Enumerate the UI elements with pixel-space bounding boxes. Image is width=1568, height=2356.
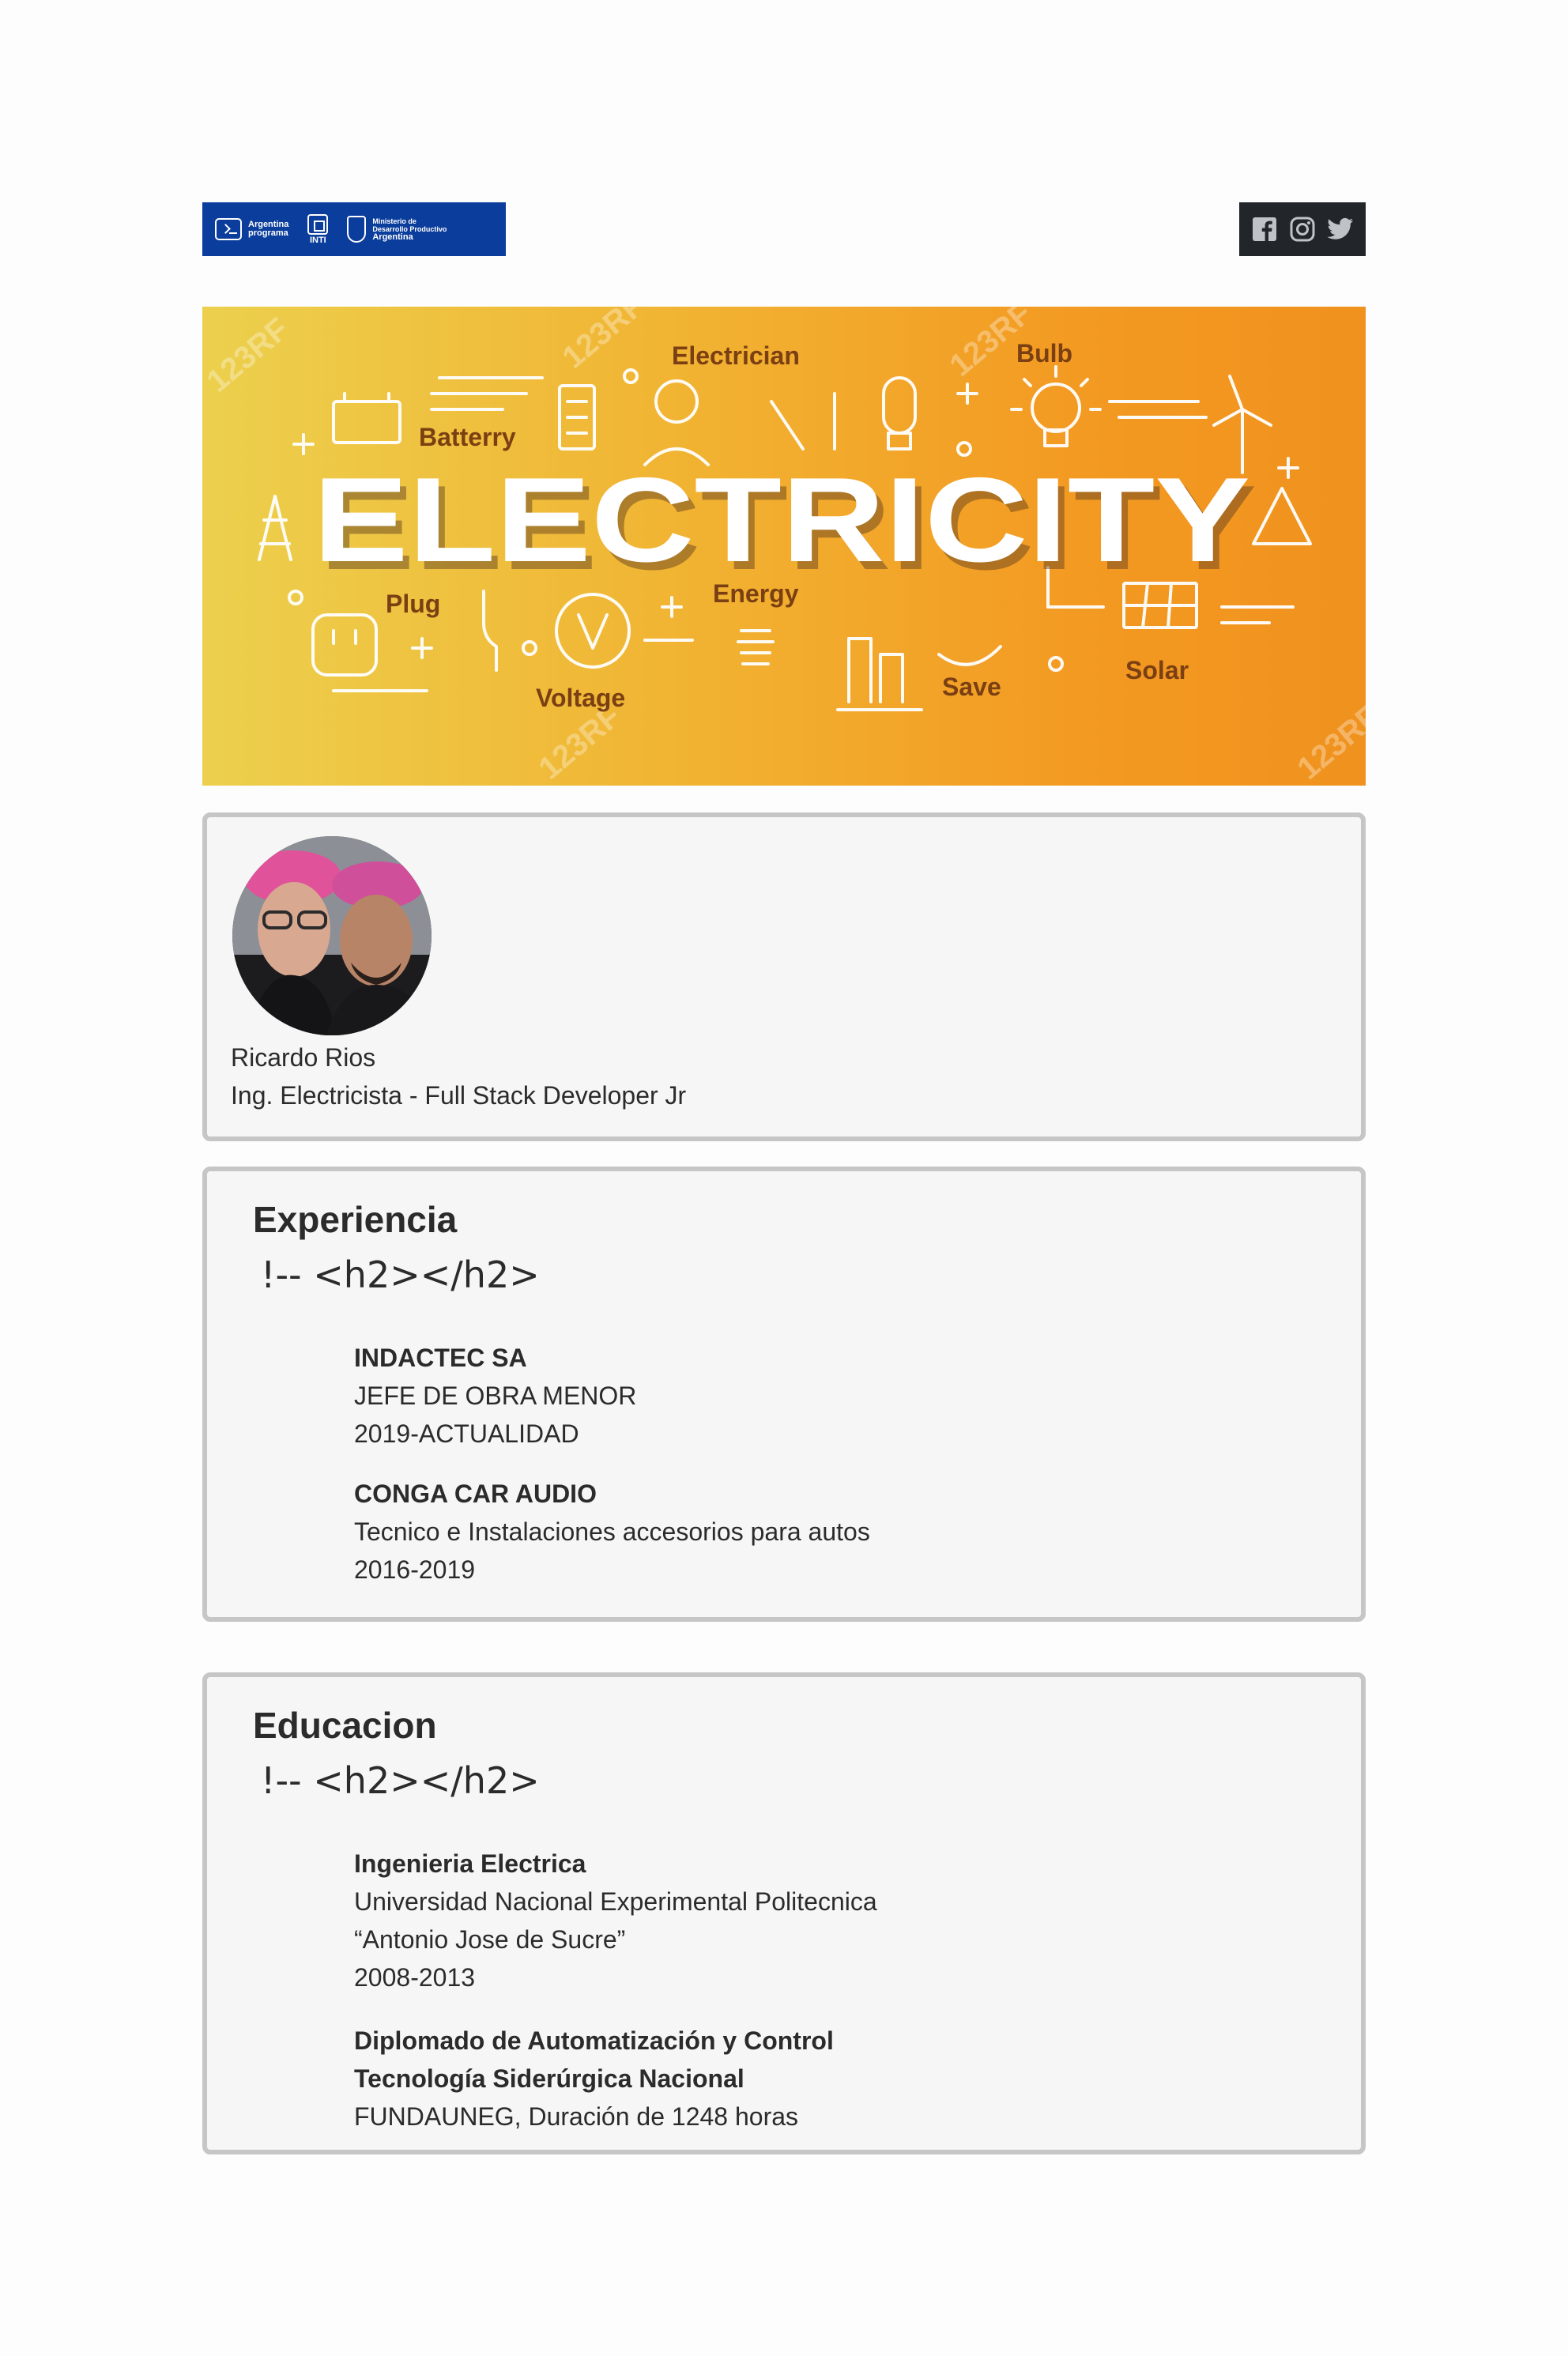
inti-icon xyxy=(307,213,329,235)
avatar-photo xyxy=(232,836,432,1035)
watermark-text-1: 123RF xyxy=(202,311,296,399)
logo-ministry-line-1: Ministerio de xyxy=(372,217,416,225)
header: Argentina programa INTI Ministerio de De… xyxy=(202,202,1366,256)
twitter-icon[interactable] xyxy=(1327,216,1354,243)
job-entry: CONGA CAR AUDIO Tecnico e Instalaciones … xyxy=(354,1475,870,1589)
banner-label-battery: Batterry xyxy=(419,423,516,451)
banner-label-electrician: Electrician xyxy=(672,341,800,370)
job-period: 2019-ACTUALIDAD xyxy=(354,1419,579,1448)
education-card: Educacion !-- <h2></h2> Ingenieria Elect… xyxy=(202,1672,1366,2154)
logo-program-line-2: programa xyxy=(248,228,288,238)
education-institution: Universidad Nacional Experimental Polite… xyxy=(354,1887,877,1916)
education-period: 2008-2013 xyxy=(354,1963,476,1992)
electricity-banner: 123RF 123RF 123RF 123RF 123RF ELECTRICIT… xyxy=(202,307,1366,786)
logo-inti-text: INTI xyxy=(309,235,326,245)
electricity-icons-illustration: 123RF 123RF 123RF 123RF 123RF ELECTRICIT… xyxy=(202,307,1366,786)
education-degree: Diplomado de Automatización y Control xyxy=(354,2026,834,2055)
social-links xyxy=(1239,202,1366,256)
watermark-text-2: 123RF xyxy=(556,307,651,375)
experience-subtitle: !-- <h2></h2> xyxy=(261,1253,540,1296)
argentina-programa-logo[interactable]: Argentina programa INTI Ministerio de De… xyxy=(202,202,506,256)
job-position: JEFE DE OBRA MENOR xyxy=(354,1382,637,1410)
banner-label-voltage: Voltage xyxy=(536,684,625,712)
education-degree-line-2: Tecnología Siderúrgica Nacional xyxy=(354,2064,744,2093)
banner-label-energy: Energy xyxy=(713,579,799,608)
job-period: 2016-2019 xyxy=(354,1555,476,1584)
terminal-icon xyxy=(215,218,242,240)
banner-label-save: Save xyxy=(942,673,1001,701)
education-subtitle: !-- <h2></h2> xyxy=(261,1759,540,1802)
coat-of-arms-icon xyxy=(347,216,367,243)
education-entry: Ingenieria Electrica Universidad Naciona… xyxy=(354,1845,877,1996)
inti-mark: INTI xyxy=(307,213,329,245)
avatar xyxy=(232,836,432,1035)
profile-role: Ing. Electricista - Full Stack Developer… xyxy=(231,1081,687,1110)
profile-name: Ricardo Rios xyxy=(231,1043,376,1072)
job-company: INDACTEC SA xyxy=(354,1344,527,1372)
education-entry: Diplomado de Automatización y Control Te… xyxy=(354,2022,834,2135)
education-title: Educacion xyxy=(253,1705,437,1746)
experience-card: Experiencia !-- <h2></h2> INDACTEC SA JE… xyxy=(202,1167,1366,1622)
banner-label-solar: Solar xyxy=(1125,656,1189,684)
logo-ministry-line-3: Argentina xyxy=(372,232,413,242)
education-degree: Ingenieria Electrica xyxy=(354,1849,586,1878)
instagram-icon[interactable] xyxy=(1289,216,1316,243)
ministry-mark: Ministerio de Desarrollo Productivo Arge… xyxy=(347,216,447,243)
education-detail: FUNDAUNEG, Duración de 1248 horas xyxy=(354,2102,799,2131)
logo-ministry-line-2: Desarrollo Productivo xyxy=(372,224,447,233)
watermark-text-5: 123RF xyxy=(1291,699,1366,786)
facebook-icon[interactable] xyxy=(1251,216,1278,243)
banner-label-plug: Plug xyxy=(386,590,440,618)
experience-title: Experiencia xyxy=(253,1199,458,1240)
banner-label-bulb: Bulb xyxy=(1016,339,1072,368)
job-position: Tecnico e Instalaciones accesorios para … xyxy=(354,1517,870,1546)
education-institution-name: “Antonio Jose de Sucre” xyxy=(354,1925,626,1954)
profile-card: Ricardo Rios Ing. Electricista - Full St… xyxy=(202,812,1366,1141)
banner-title: ELECTRICITY xyxy=(313,453,1250,587)
argentina-programa-mark: Argentina programa xyxy=(215,218,288,240)
job-entry: INDACTEC SA JEFE DE OBRA MENOR 2019-ACTU… xyxy=(354,1339,636,1453)
job-company: CONGA CAR AUDIO xyxy=(354,1480,597,1508)
